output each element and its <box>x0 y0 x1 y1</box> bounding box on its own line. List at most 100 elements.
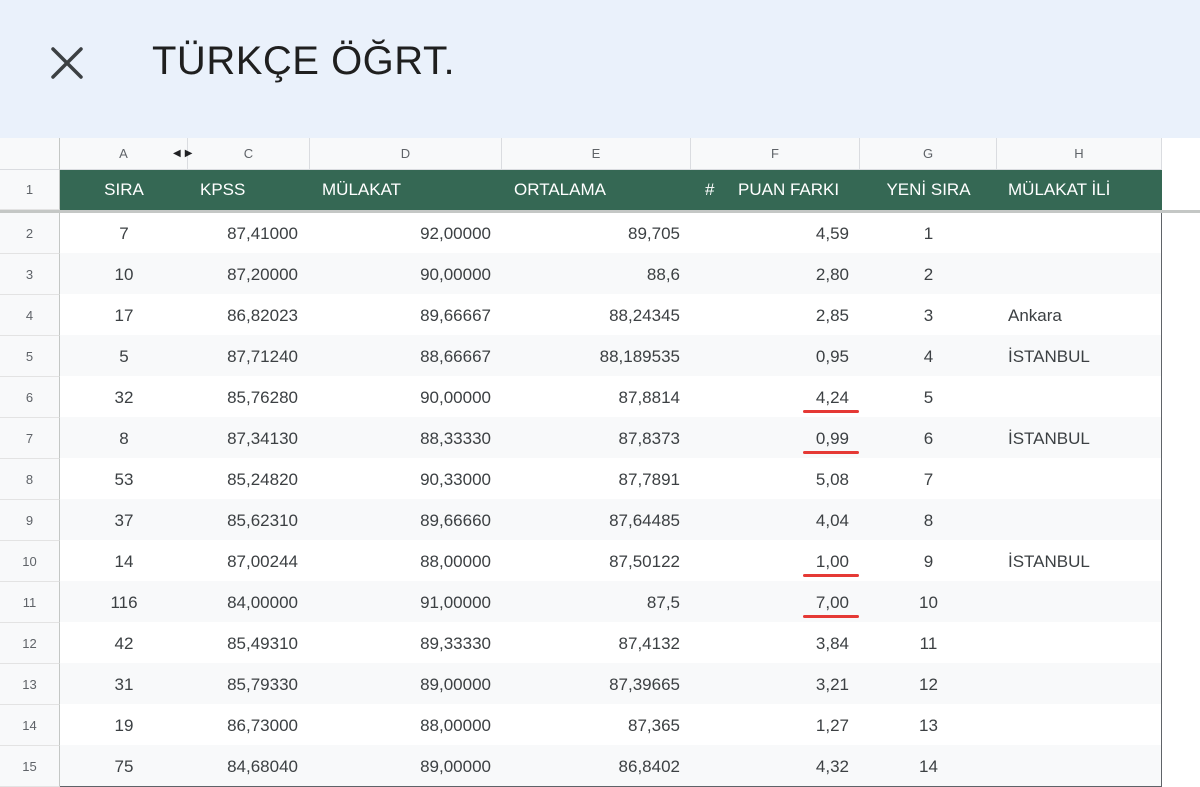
cell-mulakat[interactable]: 90,00000 <box>310 377 491 418</box>
column-header-c[interactable]: C <box>188 138 310 170</box>
header-puan-farki[interactable]: PUAN FARKI <box>738 170 858 210</box>
cell-mulakat-ili[interactable] <box>1008 459 1158 500</box>
header-hash[interactable]: # <box>705 170 725 210</box>
cell-sira[interactable]: 8 <box>60 418 188 459</box>
row-number[interactable]: 6 <box>0 377 60 418</box>
cell-yeni-sira[interactable]: 2 <box>860 254 997 295</box>
cell-mulakat[interactable]: 89,33330 <box>310 623 491 664</box>
cell-ortalama[interactable]: 87,4132 <box>502 623 680 664</box>
column-header-d[interactable]: D <box>310 138 502 170</box>
cell-mulakat[interactable]: 88,66667 <box>310 336 491 377</box>
row-number[interactable]: 1 <box>0 170 60 210</box>
cell-mulakat-ili[interactable]: İSTANBUL <box>1008 336 1158 377</box>
header-sira[interactable]: SIRA <box>60 170 188 210</box>
header-mulakat-ili[interactable]: MÜLAKAT İLİ <box>1008 170 1158 210</box>
header-kpss[interactable]: KPSS <box>200 170 310 210</box>
cell-yeni-sira[interactable]: 7 <box>860 459 997 500</box>
cell-ortalama[interactable]: 87,50122 <box>502 541 680 582</box>
cell-ortalama[interactable]: 88,24345 <box>502 295 680 336</box>
spreadsheet-grid[interactable]: A C ◀▶ D E F G H 1 SIRA KPSS MÜLAKAT ORT… <box>0 138 1200 787</box>
cell-kpss[interactable]: 84,00000 <box>188 582 298 623</box>
cell-kpss[interactable]: 87,20000 <box>188 254 298 295</box>
cell-kpss[interactable]: 85,76280 <box>188 377 298 418</box>
cell-yeni-sira[interactable]: 9 <box>860 541 997 582</box>
header-yeni-sira[interactable]: YENİ SIRA <box>860 170 997 210</box>
cell-mulakat-ili[interactable]: İSTANBUL <box>1008 541 1158 582</box>
cell-puan-farki[interactable]: 3,21 <box>691 664 849 705</box>
row-number[interactable]: 8 <box>0 459 60 500</box>
cell-mulakat[interactable]: 89,00000 <box>310 746 491 787</box>
cell-kpss[interactable]: 87,41000 <box>188 213 298 254</box>
row-number[interactable]: 5 <box>0 336 60 377</box>
cell-sira[interactable]: 14 <box>60 541 188 582</box>
row-number[interactable]: 13 <box>0 664 60 705</box>
cell-sira[interactable]: 19 <box>60 705 188 746</box>
column-header-e[interactable]: E <box>502 138 691 170</box>
row-number[interactable]: 15 <box>0 746 60 787</box>
row-number[interactable]: 14 <box>0 705 60 746</box>
cell-mulakat-ili[interactable] <box>1008 582 1158 623</box>
hidden-column-toggle[interactable]: ◀▶ <box>173 148 196 159</box>
cell-puan-farki[interactable]: 4,32 <box>691 746 849 787</box>
cell-sira[interactable]: 5 <box>60 336 188 377</box>
cell-ortalama[interactable]: 87,8814 <box>502 377 680 418</box>
cell-puan-farki[interactable]: 2,85 <box>691 295 849 336</box>
cell-mulakat-ili[interactable] <box>1008 623 1158 664</box>
cell-ortalama[interactable]: 87,64485 <box>502 500 680 541</box>
cell-yeni-sira[interactable]: 3 <box>860 295 997 336</box>
cell-mulakat[interactable]: 88,00000 <box>310 541 491 582</box>
cell-mulakat-ili[interactable] <box>1008 664 1158 705</box>
cell-mulakat[interactable]: 88,33330 <box>310 418 491 459</box>
cell-kpss[interactable]: 85,79330 <box>188 664 298 705</box>
cell-kpss[interactable]: 87,71240 <box>188 336 298 377</box>
cell-ortalama[interactable]: 87,39665 <box>502 664 680 705</box>
cell-kpss[interactable]: 84,68040 <box>188 746 298 787</box>
cell-puan-farki[interactable]: 3,84 <box>691 623 849 664</box>
cell-kpss[interactable]: 85,49310 <box>188 623 298 664</box>
header-mulakat[interactable]: MÜLAKAT <box>322 170 502 210</box>
cell-sira[interactable]: 31 <box>60 664 188 705</box>
cell-ortalama[interactable]: 88,6 <box>502 254 680 295</box>
cell-yeni-sira[interactable]: 8 <box>860 500 997 541</box>
cell-sira[interactable]: 42 <box>60 623 188 664</box>
cell-ortalama[interactable]: 87,7891 <box>502 459 680 500</box>
cell-yeni-sira[interactable]: 11 <box>860 623 997 664</box>
cell-yeni-sira[interactable]: 4 <box>860 336 997 377</box>
row-number[interactable]: 10 <box>0 541 60 582</box>
cell-mulakat-ili[interactable] <box>1008 746 1158 787</box>
cell-sira[interactable]: 32 <box>60 377 188 418</box>
row-number[interactable]: 3 <box>0 254 60 295</box>
cell-mulakat[interactable]: 89,66660 <box>310 500 491 541</box>
row-number[interactable]: 11 <box>0 582 60 623</box>
cell-mulakat[interactable]: 89,00000 <box>310 664 491 705</box>
cell-kpss[interactable]: 87,00244 <box>188 541 298 582</box>
row-number[interactable]: 4 <box>0 295 60 336</box>
cell-mulakat[interactable]: 89,66667 <box>310 295 491 336</box>
row-number[interactable]: 9 <box>0 500 60 541</box>
cell-sira[interactable]: 53 <box>60 459 188 500</box>
close-button[interactable] <box>44 40 90 86</box>
cell-mulakat-ili[interactable] <box>1008 254 1158 295</box>
cell-yeni-sira[interactable]: 14 <box>860 746 997 787</box>
cell-sira[interactable]: 75 <box>60 746 188 787</box>
cell-puan-farki[interactable]: 4,04 <box>691 500 849 541</box>
cell-mulakat-ili[interactable] <box>1008 213 1158 254</box>
cell-mulakat[interactable]: 90,33000 <box>310 459 491 500</box>
cell-yeni-sira[interactable]: 1 <box>860 213 997 254</box>
cell-puan-farki[interactable]: 4,59 <box>691 213 849 254</box>
cell-ortalama[interactable]: 87,5 <box>502 582 680 623</box>
cell-puan-farki[interactable]: 0,95 <box>691 336 849 377</box>
cell-yeni-sira[interactable]: 6 <box>860 418 997 459</box>
cell-puan-farki[interactable]: 2,80 <box>691 254 849 295</box>
select-all-corner[interactable] <box>0 138 60 170</box>
cell-ortalama[interactable]: 86,8402 <box>502 746 680 787</box>
cell-kpss[interactable]: 87,34130 <box>188 418 298 459</box>
cell-mulakat-ili[interactable]: Ankara <box>1008 295 1158 336</box>
cell-mulakat[interactable]: 88,00000 <box>310 705 491 746</box>
cell-yeni-sira[interactable]: 13 <box>860 705 997 746</box>
cell-sira[interactable]: 116 <box>60 582 188 623</box>
column-header-h[interactable]: H <box>997 138 1162 170</box>
row-number[interactable]: 12 <box>0 623 60 664</box>
cell-mulakat-ili[interactable]: İSTANBUL <box>1008 418 1158 459</box>
cell-kpss[interactable]: 86,82023 <box>188 295 298 336</box>
